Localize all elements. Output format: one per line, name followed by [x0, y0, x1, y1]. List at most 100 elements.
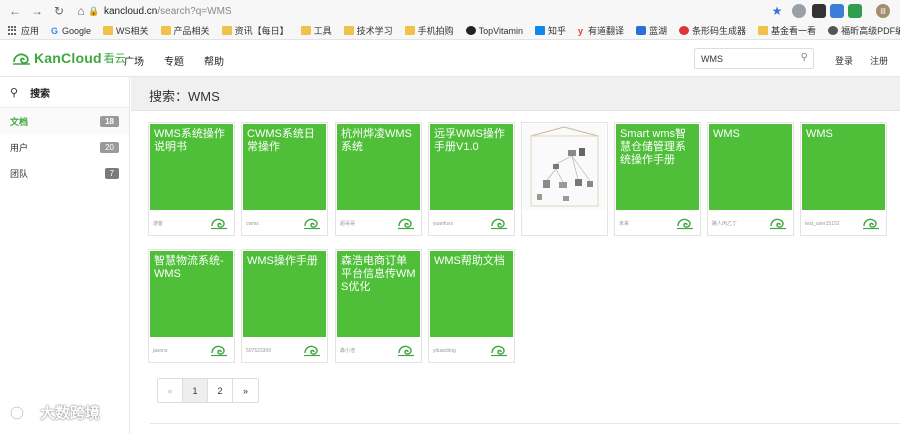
search-icon: ⚲ [10, 86, 19, 99]
sidebar-item-label: 团队 [10, 168, 29, 179]
document-card[interactable]: WMS帮助文档 yituanblog [428, 249, 515, 363]
kancloud-mark-icon [303, 216, 321, 230]
card-author: cwms [246, 221, 259, 227]
bookmark-label: 资讯【每日】 [234, 26, 289, 36]
pager-page-2[interactable]: 2 [208, 379, 233, 402]
extension-icon[interactable] [812, 4, 826, 18]
address-bar[interactable]: 🔒 kancloud.cn/search?q=WMS [88, 3, 778, 19]
back-icon[interactable]: ← [6, 2, 24, 20]
extension-icon[interactable] [848, 4, 862, 18]
kancloud-mark-icon [862, 216, 880, 230]
search-input[interactable]: WMS ⚲ [694, 48, 814, 69]
results-header: 搜索：WMS [131, 77, 900, 111]
pager-prev[interactable]: « [158, 379, 183, 402]
count-badge: 7 [104, 167, 119, 179]
sidebar-item-docs[interactable]: 文档 18 [0, 108, 129, 134]
login-link[interactable]: 登录 [835, 54, 853, 67]
kancloud-mark-icon [303, 343, 321, 357]
bookmark-item[interactable]: 技术学习 [343, 24, 393, 37]
bookmark-label: 手机拍购 [417, 26, 454, 36]
pdf-icon [828, 26, 839, 35]
site-header: KanCloud 看云 广场 专题 帮助 WMS ⚲ 登录 注册 [0, 40, 900, 77]
document-card[interactable]: CWMS系统日常操作 cwms [241, 122, 328, 236]
apps-icon [8, 25, 18, 36]
bookmark-item[interactable]: 产品相关 [160, 24, 210, 37]
bookmark-label: 蓝湖 [649, 26, 668, 36]
search-value: WMS [701, 53, 723, 64]
bookmark-label: 福昕高级PDF编辑... [841, 26, 900, 36]
card-title: 远孚WMS操作手册V1.0 [434, 128, 505, 153]
nav-help[interactable]: 帮助 [204, 53, 224, 68]
bookmark-label: 产品相关 [173, 26, 210, 36]
bookmark-label: 工具 [313, 26, 332, 36]
document-card[interactable] [521, 122, 608, 236]
bookmark-item[interactable]: 知乎 [534, 24, 566, 37]
card-author: 路人丙乙丁 [712, 221, 738, 227]
watermark-text: 大数跨境 [40, 405, 101, 422]
card-author: 超哥哥 [340, 221, 356, 227]
card-title: 杭州烨凌WMS系统 [341, 128, 412, 153]
extension-icon[interactable] [792, 4, 806, 18]
bookmark-item[interactable]: 条形码生成器 [679, 24, 746, 37]
register-link[interactable]: 注册 [870, 54, 888, 67]
card-author: 森小浩 [340, 348, 356, 354]
watermark: 大数跨境 [8, 402, 100, 423]
bookmark-star-icon[interactable]: ★ [768, 2, 786, 20]
profile-avatar[interactable]: ill [876, 4, 890, 18]
card-title: WMS [806, 128, 833, 140]
bookmark-item[interactable]: TopVitamin [465, 26, 523, 36]
github-icon [465, 26, 476, 35]
card-title: WMS操作手册 [247, 255, 318, 267]
card-cover: 远孚WMS操作手册V1.0 [430, 124, 513, 210]
folder-icon [404, 26, 415, 35]
sidebar-item-teams[interactable]: 团队 7 [0, 160, 129, 186]
bookmark-item[interactable]: 应用 [8, 24, 39, 37]
browser-toolbar: ← → ↻ ⌂ 🔒 kancloud.cn/search?q=WMS ★ ill [0, 0, 900, 22]
bookmark-item[interactable]: G Google [51, 26, 91, 37]
document-card[interactable]: 智慧物流系统-WMS jasons [148, 249, 235, 363]
pager-page-1[interactable]: 1 [183, 379, 208, 402]
document-card[interactable]: 远孚WMS操作手册V1.0 yuanfuxx [428, 122, 515, 236]
card-cover: WMS帮助文档 [430, 251, 513, 337]
card-author: jasons [153, 348, 168, 354]
bookmark-item[interactable]: 基金看一看 [758, 24, 816, 37]
bookmark-item[interactable]: 资讯【每日】 [221, 24, 289, 37]
bookmark-item[interactable]: WS相关 [103, 24, 149, 37]
sidebar: ⚲ 搜索 文档 18 用户 20 团队 7 [0, 77, 130, 434]
pagination: « 1 2 » [157, 378, 259, 403]
site-logo[interactable]: KanCloud 看云 [12, 50, 126, 66]
document-card[interactable]: 森浩电商订单平台信息传WMS优化 森小浩 [335, 249, 422, 363]
sidebar-item-label: 文档 [10, 116, 29, 127]
extension-icon[interactable] [830, 4, 844, 18]
nav-topics[interactable]: 专题 [164, 53, 184, 68]
bookmark-item[interactable]: y 有道翻译 [578, 24, 624, 37]
search-icon[interactable]: ⚲ [801, 52, 808, 63]
kancloud-mark-icon [210, 343, 228, 357]
watermark-logo-icon [10, 405, 34, 420]
sidebar-item-users[interactable]: 用户 20 [0, 134, 129, 160]
bookmark-item[interactable]: 手机拍购 [404, 24, 454, 37]
url-path: /search?q=WMS [157, 5, 232, 17]
document-card[interactable]: WMS系统操作说明书 游客 [148, 122, 235, 236]
bookmark-item[interactable]: 工具 [300, 24, 332, 37]
card-cover-image [523, 124, 606, 210]
footer-divider [150, 423, 900, 424]
forward-icon[interactable]: → [28, 2, 46, 20]
google-icon: G [51, 26, 59, 36]
document-card[interactable]: 杭州烨凌WMS系统超哥哥 [335, 122, 422, 236]
bookmark-item[interactable]: 蓝湖 [636, 24, 667, 37]
sidebar-search-label: 搜索 [30, 88, 51, 100]
pager-next[interactable]: » [233, 379, 258, 402]
document-card[interactable]: WMS test_user15152 [800, 122, 887, 236]
reload-icon[interactable]: ↻ [50, 2, 68, 20]
top-nav: 广场 专题 帮助 [124, 53, 244, 68]
nav-square[interactable]: 广场 [124, 53, 144, 68]
folder-icon [221, 26, 232, 35]
document-card[interactable]: Smart wms智慧仓储管理系统操作手册 未来 [614, 122, 701, 236]
card-title: Smart wms智慧仓储管理系统操作手册 [620, 128, 686, 166]
card-title: 智慧物流系统-WMS [154, 255, 224, 280]
bookmark-item[interactable]: 福昕高级PDF编辑... [828, 24, 900, 37]
document-card[interactable]: WMS 路人丙乙丁 [707, 122, 794, 236]
kancloud-mark-icon [210, 216, 228, 230]
document-card[interactable]: WMS操作手册 507523309 [241, 249, 328, 363]
